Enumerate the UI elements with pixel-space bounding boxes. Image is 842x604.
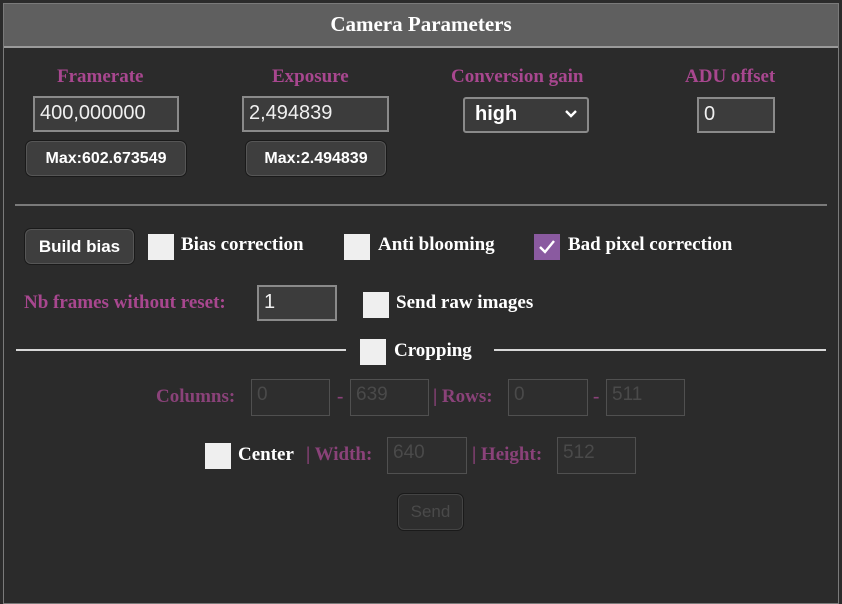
framerate-input[interactable]: 400,000000: [33, 96, 179, 132]
conversion-gain-label: Conversion gain: [451, 66, 584, 87]
rows-from-input[interactable]: 0: [508, 379, 588, 416]
adu-offset-label: ADU offset: [685, 66, 776, 87]
build-bias-button[interactable]: Build bias: [24, 228, 135, 265]
rows-label: | Rows:: [433, 386, 493, 407]
framerate-max-button[interactable]: Max:602.673549: [25, 140, 187, 177]
adu-offset-input[interactable]: 0: [697, 97, 775, 133]
bad-pixel-correction-checkbox[interactable]: [534, 234, 560, 260]
exposure-input[interactable]: 2,494839: [242, 96, 389, 132]
width-label: | Width:: [306, 444, 373, 465]
nb-frames-input[interactable]: 1: [257, 285, 337, 321]
bias-correction-label: Bias correction: [181, 234, 304, 255]
bias-correction-checkbox[interactable]: [148, 234, 174, 260]
conversion-gain-select[interactable]: high: [463, 97, 589, 133]
center-checkbox[interactable]: [205, 443, 231, 469]
rows-to-input[interactable]: 511: [606, 379, 685, 416]
cropping-label: Cropping: [394, 340, 472, 361]
columns-label: Columns:: [156, 386, 236, 407]
width-input[interactable]: 640: [387, 437, 467, 474]
chevron-down-icon: [565, 110, 577, 118]
columns-from-input[interactable]: 0: [251, 379, 330, 416]
exposure-label: Exposure: [272, 66, 349, 87]
nb-frames-label: Nb frames without reset:: [24, 292, 226, 313]
center-label: Center: [238, 444, 294, 465]
height-label: | Height:: [472, 444, 543, 465]
columns-separator: -: [337, 386, 344, 407]
cropping-divider-left: [16, 349, 346, 351]
exposure-max-button[interactable]: Max:2.494839: [245, 140, 387, 177]
framerate-label: Framerate: [57, 66, 144, 87]
panel-title: Camera Parameters: [4, 4, 838, 48]
send-raw-images-label: Send raw images: [396, 292, 534, 313]
height-input[interactable]: 512: [557, 437, 636, 474]
conversion-gain-value: high: [475, 103, 518, 125]
send-button[interactable]: Send: [397, 493, 464, 531]
rows-separator: -: [593, 386, 600, 407]
anti-blooming-checkbox[interactable]: [344, 234, 370, 260]
anti-blooming-label: Anti blooming: [378, 234, 495, 255]
check-icon: [539, 240, 555, 254]
divider: [15, 204, 827, 206]
send-raw-images-checkbox[interactable]: [363, 292, 389, 318]
bad-pixel-correction-label: Bad pixel correction: [568, 234, 733, 255]
cropping-checkbox[interactable]: [360, 339, 386, 365]
cropping-divider-right: [494, 349, 826, 351]
columns-to-input[interactable]: 639: [350, 379, 429, 416]
